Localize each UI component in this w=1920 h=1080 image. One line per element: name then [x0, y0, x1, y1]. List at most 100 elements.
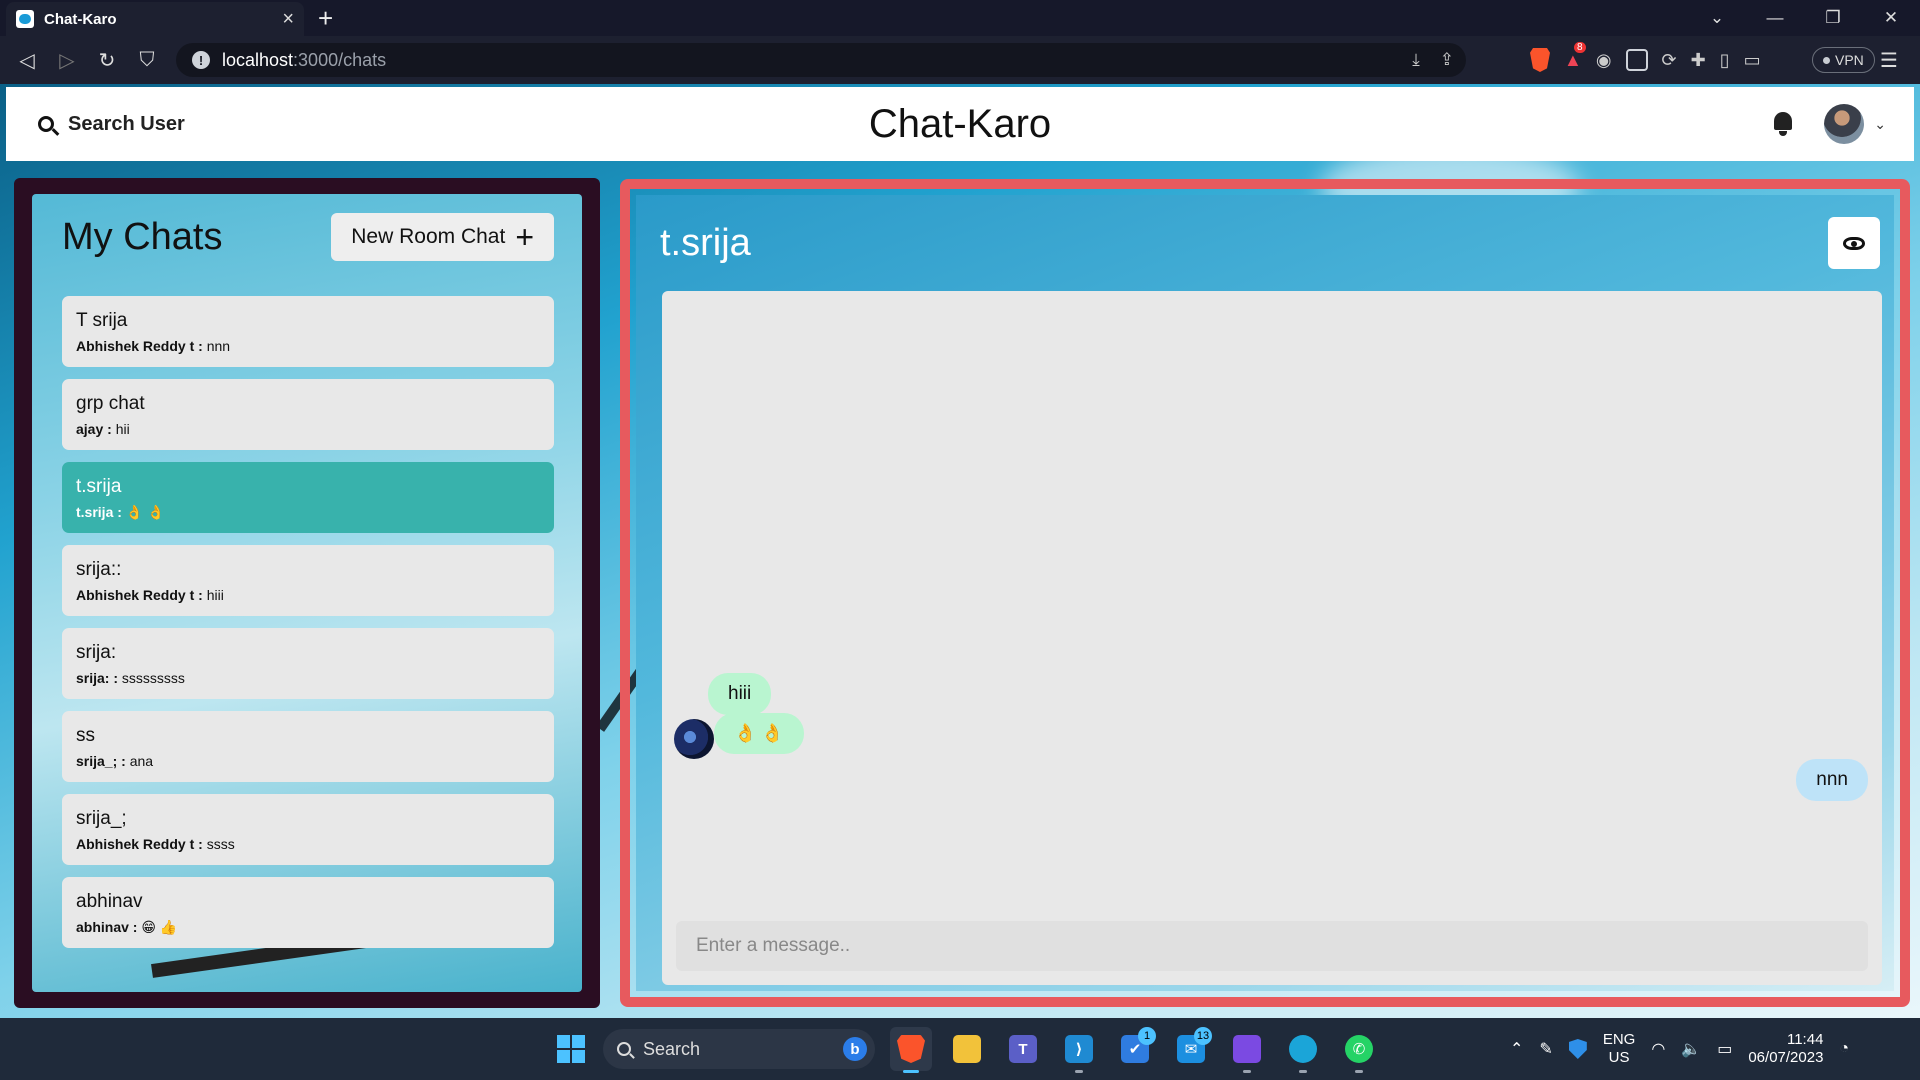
chat-list-item[interactable]: t.srija t.srija : 👌 👌: [62, 462, 554, 533]
chat-latest-message: abhinav : 😁 👍: [76, 919, 540, 936]
restore-button[interactable]: ❐: [1804, 0, 1862, 36]
chat-message-text: nnn: [206, 338, 231, 354]
battery-icon[interactable]: ▭: [1717, 1039, 1732, 1059]
chat-message-text: ssss: [206, 836, 235, 852]
brave-taskbar-icon[interactable]: [890, 1027, 932, 1073]
message-area: hiii 👌 👌 nnn: [662, 291, 1882, 985]
sidebar-icon[interactable]: ▯: [1720, 50, 1730, 71]
back-icon[interactable]: ◁: [12, 45, 42, 75]
chat-title: t.srija: [660, 221, 751, 264]
chat-list-item[interactable]: ss srija_; : ana: [62, 711, 554, 782]
vpn-status-icon: [1823, 56, 1830, 64]
extension-icon[interactable]: ◉: [1596, 50, 1612, 71]
chevron-down-icon: ⌄: [1874, 115, 1886, 132]
chat-sender: abhinav :: [76, 919, 138, 935]
tab-title: Chat-Karo: [44, 10, 117, 28]
search-icon: [38, 116, 54, 132]
volume-icon[interactable]: 🔈: [1681, 1039, 1701, 1059]
chat-box: t.srija hiii 👌 👌 nnn: [620, 179, 1910, 1007]
clock[interactable]: 11:44 06/07/2023: [1748, 1031, 1823, 1067]
message-bubble: nnn: [1796, 759, 1868, 801]
search-user-button[interactable]: Search User: [38, 113, 185, 136]
defender-icon[interactable]: [1568, 1039, 1587, 1059]
wifi-icon[interactable]: ◠: [1651, 1039, 1665, 1059]
extensions-area: ▲ 8 ◉ ⟳ ✚ ▯ ▭: [1530, 41, 1761, 72]
file-explorer-icon[interactable]: [946, 1027, 988, 1071]
chat-message-text: 👌 👌: [125, 504, 165, 520]
notifications-icon[interactable]: ◔: [1839, 1040, 1849, 1058]
close-tab-icon[interactable]: ×: [282, 8, 294, 31]
tab-search-icon[interactable]: ⌄: [1688, 0, 1746, 36]
chat-name: srija::: [76, 559, 122, 580]
chevron-up-icon[interactable]: ⌃: [1510, 1039, 1523, 1059]
clock-time: 11:44: [1786, 1031, 1824, 1048]
chat-list-item[interactable]: srija:: Abhishek Reddy t : hiii: [62, 545, 554, 616]
windows-start-icon[interactable]: [557, 1035, 585, 1063]
share-icon[interactable]: ⇪: [1440, 50, 1454, 70]
chat-name: T srija: [76, 310, 128, 331]
vpn-button[interactable]: VPN: [1812, 47, 1875, 73]
chat-sender: Abhishek Reddy t :: [76, 587, 203, 603]
mail-icon[interactable]: ✉ 13: [1170, 1027, 1212, 1071]
chat-name: abhinav: [76, 891, 143, 912]
browser-menu-icon[interactable]: ☰: [1880, 48, 1898, 73]
chat-name: grp chat: [76, 393, 145, 414]
taskbar-search[interactable]: Search b: [603, 1029, 875, 1069]
chat-name: srija_;: [76, 808, 127, 829]
chat-name: srija:: [76, 642, 117, 663]
search-user-label: Search User: [68, 112, 185, 135]
download-icon[interactable]: ⤓: [1412, 50, 1420, 70]
chat-sender: ajay :: [76, 421, 112, 437]
chat-list-item[interactable]: srija_; Abhishek Reddy t : ssss: [62, 794, 554, 865]
wallet-icon[interactable]: ▭: [1744, 50, 1761, 71]
clipchamp-icon[interactable]: [1226, 1027, 1268, 1073]
picture-in-picture-icon[interactable]: [1625, 49, 1648, 71]
browser-tab[interactable]: Chat-Karo ×: [6, 2, 304, 36]
chat-sender: srija_; :: [76, 753, 126, 769]
bing-icon[interactable]: b: [843, 1037, 867, 1061]
url-path: :3000/chats: [293, 49, 387, 70]
chat-name: ss: [76, 725, 95, 746]
my-chats-title: My Chats: [62, 215, 223, 258]
pen-menu-icon[interactable]: ✎: [1539, 1039, 1552, 1059]
reload-icon[interactable]: ↻: [92, 45, 122, 75]
profile-menu[interactable]: ⌄: [1824, 104, 1886, 144]
close-window-button[interactable]: ✕: [1862, 0, 1920, 36]
message-input[interactable]: [676, 921, 1868, 971]
whatsapp-icon[interactable]: ✆: [1338, 1027, 1380, 1073]
eye-icon: [1843, 236, 1865, 250]
view-profile-button[interactable]: [1828, 217, 1880, 269]
system-tray: ⌃ ✎ ENG US ◠ 🔈 ▭ 11:44 06/07/2023 ◔: [1510, 1018, 1849, 1080]
forward-icon[interactable]: ▷: [52, 45, 82, 75]
chat-list-item[interactable]: grp chat ajay : hii: [62, 379, 554, 450]
new-tab-button[interactable]: +: [318, 3, 333, 34]
chat-list-item[interactable]: srija: srija: : sssssssss: [62, 628, 554, 699]
chat-sender: srija: :: [76, 670, 119, 686]
chat-latest-message: srija: : sssssssss: [76, 670, 540, 686]
chat-message-text: ana: [129, 753, 154, 769]
sender-avatar[interactable]: [674, 719, 714, 759]
screen-capture-icon[interactable]: ⟳: [1662, 50, 1677, 71]
brave-rewards-icon[interactable]: ▲ 8: [1564, 41, 1586, 71]
minimize-button[interactable]: —: [1746, 0, 1804, 36]
brave-shields-icon[interactable]: [1530, 48, 1550, 72]
site-info-icon[interactable]: !: [192, 51, 210, 69]
chat-list-item[interactable]: abhinav abhinav : 😁 👍: [62, 877, 554, 948]
app-title: Chat-Karo: [868, 101, 1052, 146]
bell-icon[interactable]: [1772, 112, 1794, 136]
puzzle-icon[interactable]: ✚: [1691, 50, 1706, 71]
app-background: Search User Chat-Karo ⌄ My Chats New Roo…: [0, 84, 1920, 1018]
vscode-icon[interactable]: ⟩: [1058, 1027, 1100, 1073]
chat-favicon-icon: [16, 10, 34, 28]
chat-name: t.srija: [76, 476, 122, 497]
message-bubble: hiii: [708, 673, 772, 715]
teams-icon[interactable]: T: [1002, 1027, 1044, 1071]
new-room-chat-button[interactable]: New Room Chat +: [331, 213, 554, 261]
language-indicator[interactable]: ENG US: [1603, 1031, 1636, 1067]
chat-latest-message: t.srija : 👌 👌: [76, 504, 540, 521]
address-bar[interactable]: ! localhost :3000/chats ⤓ ⇪: [176, 43, 1466, 77]
todo-icon[interactable]: ✔ 1: [1114, 1027, 1156, 1071]
chat-list-item[interactable]: T srija Abhishek Reddy t : nnn: [62, 296, 554, 367]
bookmark-icon[interactable]: ⛉: [132, 45, 162, 75]
edge-icon[interactable]: [1282, 1027, 1324, 1073]
